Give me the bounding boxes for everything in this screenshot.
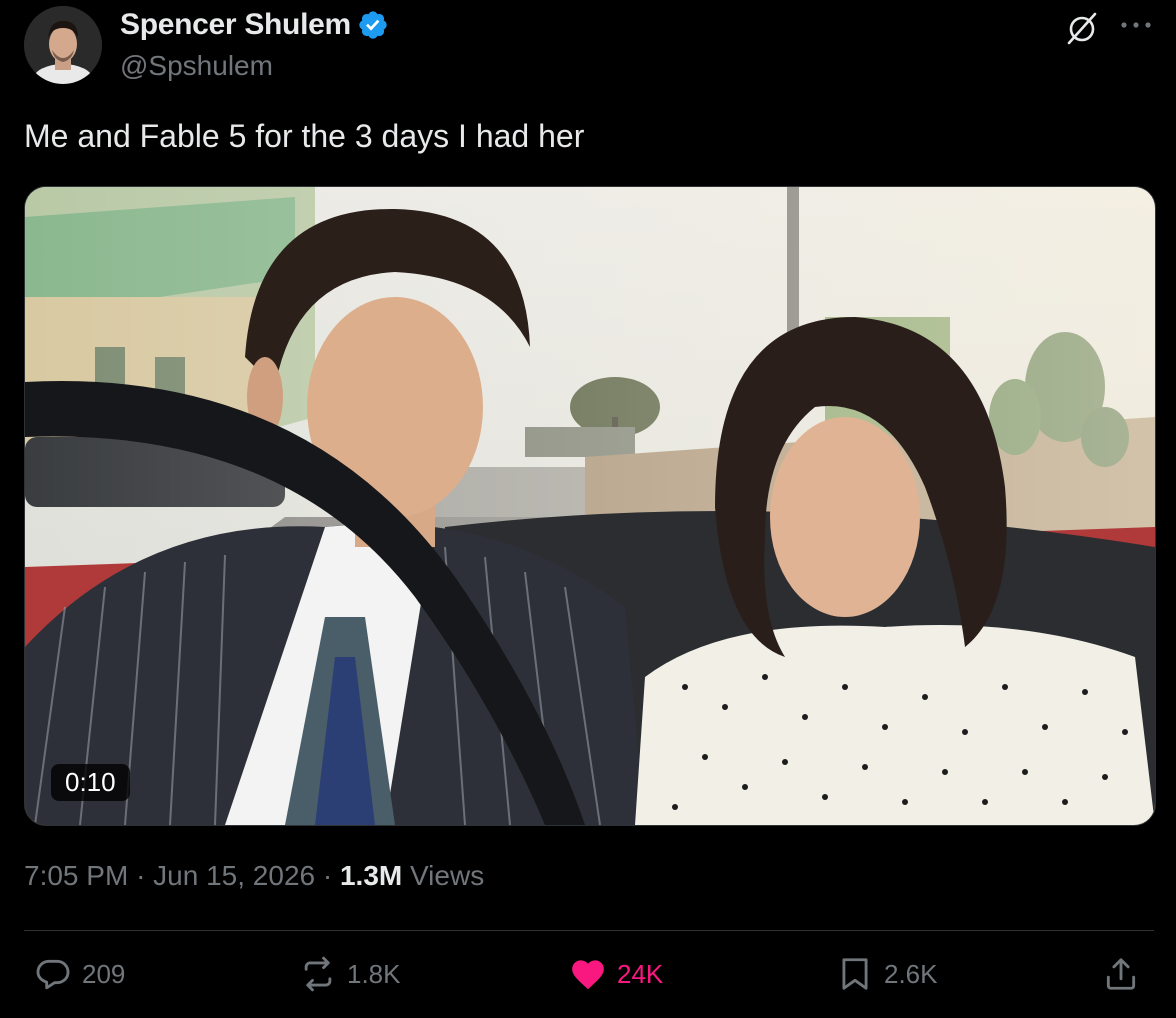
video-player[interactable]: 0:10 bbox=[24, 186, 1156, 826]
reply-icon bbox=[36, 959, 70, 990]
divider bbox=[24, 930, 1154, 931]
avatar[interactable] bbox=[24, 6, 102, 84]
share-icon bbox=[1106, 958, 1136, 990]
reply-count: 209 bbox=[82, 958, 126, 989]
reply-button[interactable]: 209 bbox=[34, 955, 125, 993]
author-name[interactable]: Spencer Shulem bbox=[120, 8, 351, 42]
author-handle[interactable]: @Spshulem bbox=[120, 50, 273, 82]
like-count: 24K bbox=[617, 958, 664, 989]
repost-icon bbox=[304, 956, 332, 992]
meta-separator: · bbox=[136, 860, 146, 891]
bookmark-button[interactable]: 2.6K bbox=[836, 955, 938, 993]
verified-badge-icon bbox=[357, 9, 389, 41]
tweet-meta: 7:05 PM · Jun 15, 2026 · 1.3M Views bbox=[24, 860, 484, 892]
views-label: Views bbox=[410, 860, 485, 891]
bookmark-icon bbox=[842, 958, 868, 990]
meta-separator: · bbox=[322, 860, 333, 891]
repost-button[interactable]: 1.8K bbox=[299, 955, 401, 993]
video-thumbnail bbox=[25, 187, 1155, 825]
video-duration: 0:10 bbox=[51, 764, 130, 801]
share-button[interactable] bbox=[1102, 955, 1150, 993]
repost-count: 1.8K bbox=[347, 958, 401, 989]
tweet-date[interactable]: Jun 15, 2026 bbox=[153, 860, 315, 891]
bookmark-count: 2.6K bbox=[884, 958, 938, 989]
tweet-time[interactable]: 7:05 PM bbox=[24, 860, 128, 891]
grok-icon[interactable] bbox=[1064, 10, 1100, 46]
views-count: 1.3M bbox=[339, 860, 403, 891]
more-dots-icon[interactable] bbox=[1116, 10, 1156, 40]
action-bar: 209 1.8K 24K 2.6K bbox=[24, 955, 1154, 1007]
heart-icon bbox=[572, 960, 604, 990]
like-button[interactable]: 24K bbox=[569, 955, 663, 993]
tweet-text: Me and Fable 5 for the 3 days I had her bbox=[24, 118, 585, 154]
